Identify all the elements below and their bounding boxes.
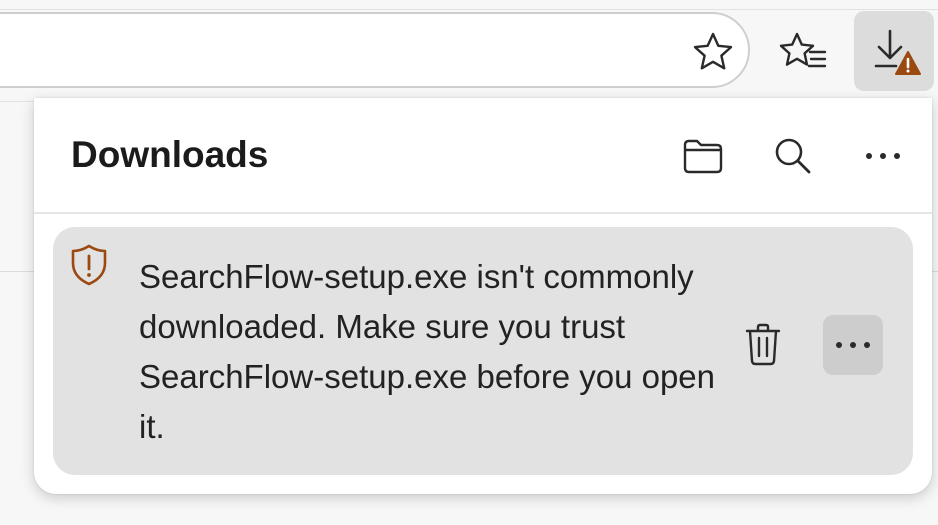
download-warning-message: SearchFlow-setup.exe isn't commonly down… bbox=[139, 258, 716, 445]
favorites-button[interactable] bbox=[776, 26, 830, 80]
download-item-more-button[interactable] bbox=[823, 315, 883, 375]
browser-window: Downloads SearchFlow-setup.exe isn't com… bbox=[0, 0, 938, 525]
more-horizontal-icon bbox=[836, 342, 870, 348]
open-downloads-folder-button[interactable] bbox=[675, 128, 731, 184]
star-icon bbox=[693, 32, 733, 70]
favorites-icon bbox=[779, 32, 827, 68]
toolbar-divider bbox=[0, 9, 938, 10]
delete-download-button[interactable] bbox=[741, 321, 785, 369]
downloads-flyout: Downloads SearchFlow-setup.exe isn't com… bbox=[34, 98, 932, 494]
address-bar[interactable] bbox=[0, 12, 750, 88]
more-horizontal-icon bbox=[866, 153, 900, 159]
trash-icon bbox=[745, 323, 781, 366]
downloads-button[interactable] bbox=[854, 11, 934, 91]
download-item[interactable]: SearchFlow-setup.exe isn't commonly down… bbox=[53, 227, 913, 475]
search-downloads-button[interactable] bbox=[765, 128, 821, 184]
add-favorite-button[interactable] bbox=[688, 27, 738, 77]
folder-icon bbox=[683, 139, 723, 174]
browser-toolbar bbox=[0, 0, 938, 104]
downloads-header: Downloads bbox=[34, 98, 932, 214]
shield-warning-icon bbox=[71, 244, 107, 286]
download-warning-icon bbox=[874, 29, 921, 75]
downloads-more-options-button[interactable] bbox=[855, 128, 911, 184]
downloads-title: Downloads bbox=[71, 134, 269, 175]
search-icon bbox=[775, 138, 811, 174]
